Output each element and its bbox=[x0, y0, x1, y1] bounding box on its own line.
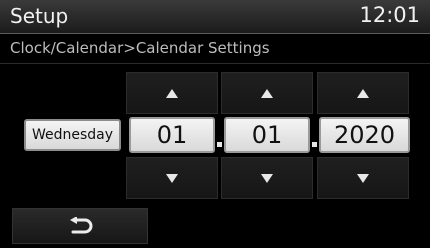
date-separator bbox=[312, 142, 317, 147]
day-decrement-button[interactable] bbox=[221, 157, 313, 199]
calendar-settings-screen: Setup 12:01 Clock/Calendar>Calendar Sett… bbox=[0, 0, 430, 248]
day-increment-button[interactable] bbox=[221, 72, 313, 114]
year-decrement-button[interactable] bbox=[317, 157, 409, 199]
month-decrement-button[interactable] bbox=[126, 157, 218, 199]
screen-title: Setup bbox=[10, 4, 69, 28]
triangle-up-icon bbox=[166, 88, 178, 98]
clock-display: 12:01 bbox=[359, 3, 420, 27]
triangle-down-icon bbox=[166, 173, 178, 183]
return-arrow-icon bbox=[70, 217, 93, 234]
month-field[interactable]: 01 bbox=[129, 117, 215, 153]
day-field[interactable]: 01 bbox=[224, 117, 310, 153]
weekday-field: Wednesday bbox=[24, 119, 121, 151]
triangle-down-icon bbox=[261, 173, 273, 183]
month-increment-button[interactable] bbox=[126, 72, 218, 114]
back-button[interactable] bbox=[12, 208, 148, 244]
triangle-up-icon bbox=[261, 88, 273, 98]
date-separator bbox=[217, 142, 222, 147]
year-field[interactable]: 2020 bbox=[319, 117, 410, 153]
status-bar: Setup 12:01 bbox=[0, 0, 430, 34]
triangle-down-icon bbox=[357, 173, 369, 183]
triangle-up-icon bbox=[357, 88, 369, 98]
divider bbox=[0, 63, 430, 64]
year-increment-button[interactable] bbox=[317, 72, 409, 114]
breadcrumb: Clock/Calendar>Calendar Settings bbox=[10, 39, 270, 57]
